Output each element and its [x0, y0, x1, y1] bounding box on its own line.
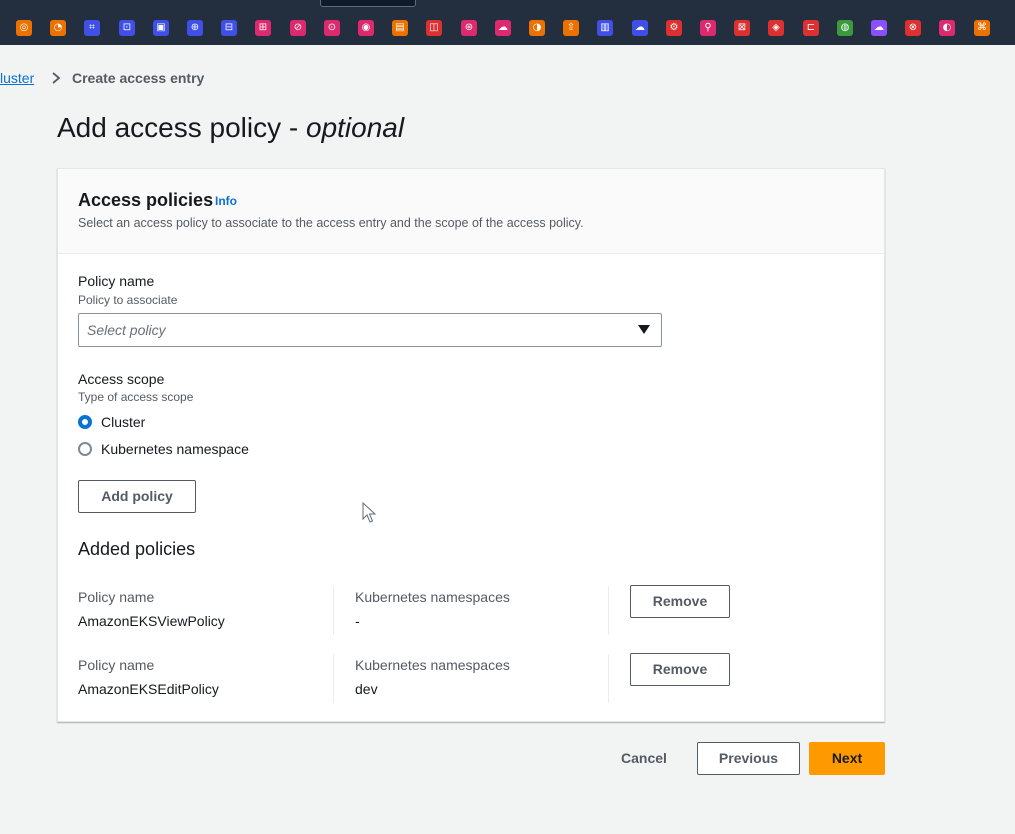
service-icon-5[interactable]: ▣ [153, 20, 169, 36]
remove-button[interactable]: Remove [630, 585, 730, 618]
add-policy-button[interactable]: Add policy [78, 480, 196, 513]
namespaces-column-label: Kubernetes namespaces [355, 657, 510, 673]
service-bar: ◎ ◔ ⌗ ⊡ ▣ ⊕ ⊟ ⊞ ⊘ ⊙ ◉ ▤ ◫ ⊛ ☁ ◑ ⇧ ▥ ☁ ⚙ ⚲ ⊠ ◈ ⊏ ◍ ☁ ⊗ ◐ ⌘ [0, 0, 1015, 45]
service-icon-26[interactable]: ☁ [871, 20, 887, 36]
policy-name-column-label: Policy name [78, 657, 155, 673]
service-bar-tab[interactable] [320, 0, 416, 7]
section-title: Access policies [78, 190, 214, 210]
policy-name-label: Policy name [78, 273, 155, 289]
service-icon-4[interactable]: ⊡ [119, 20, 135, 36]
radio-checked-icon [78, 415, 92, 429]
service-icon-28[interactable]: ◐ [939, 20, 955, 36]
service-icon-13[interactable]: ◫ [426, 20, 442, 36]
page-title-text: Add access policy - [57, 112, 306, 143]
service-icon-11[interactable]: ◉ [358, 20, 374, 36]
service-icon-18[interactable]: ▥ [597, 20, 613, 36]
previous-button[interactable]: Previous [697, 742, 800, 775]
service-icon-10[interactable]: ⊙ [324, 20, 340, 36]
remove-button[interactable]: Remove [630, 653, 730, 686]
service-icon-7[interactable]: ⊟ [221, 20, 237, 36]
service-icon-29[interactable]: ⌘ [974, 20, 990, 36]
policy-row: Policy name AmazonEKSViewPolicy Kubernet… [58, 585, 884, 638]
service-icon-9[interactable]: ⊘ [290, 20, 306, 36]
service-icon-25[interactable]: ◍ [837, 20, 853, 36]
service-icon-12[interactable]: ▤ [392, 20, 408, 36]
namespaces-value: dev [355, 681, 378, 697]
breadcrumb-current: Create access entry [72, 70, 205, 86]
policy-name-description: Policy to associate [78, 293, 178, 307]
access-policies-container: Access policies Info Select an access po… [57, 168, 885, 722]
policy-name-value: AmazonEKSViewPolicy [78, 613, 225, 629]
policy-select[interactable]: Select policy [78, 313, 662, 347]
chevron-right-icon [52, 72, 61, 84]
service-icon-24[interactable]: ⊏ [803, 20, 819, 36]
column-divider [333, 654, 334, 703]
scope-radio-namespace-label: Kubernetes namespace [101, 441, 249, 457]
service-icon-20[interactable]: ⚙ [666, 20, 682, 36]
service-icon-8[interactable]: ⊞ [255, 20, 271, 36]
info-link[interactable]: Info [215, 194, 237, 208]
column-divider [333, 586, 334, 635]
container-header: Access policies Info Select an access po… [58, 169, 884, 254]
service-icon-19[interactable]: ☁ [632, 20, 648, 36]
service-icon-21[interactable]: ⚲ [700, 20, 716, 36]
access-scope-description: Type of access scope [78, 390, 194, 404]
service-icon-16[interactable]: ◑ [529, 20, 545, 36]
service-icon-6[interactable]: ⊕ [187, 20, 203, 36]
service-icon-17[interactable]: ⇧ [563, 20, 579, 36]
policy-name-value: AmazonEKSEditPolicy [78, 681, 219, 697]
caret-down-icon [638, 325, 650, 334]
service-icon-3[interactable]: ⌗ [84, 20, 100, 36]
next-button[interactable]: Next [809, 742, 885, 775]
section-description: Select an access policy to associate to … [78, 216, 584, 230]
service-icon-2[interactable]: ◔ [50, 20, 66, 36]
scope-radio-cluster-label: Cluster [101, 414, 146, 430]
service-icon-15[interactable]: ☁ [495, 20, 511, 36]
policy-select-placeholder: Select policy [87, 322, 166, 338]
service-icon-23[interactable]: ◈ [768, 20, 784, 36]
service-icon-1[interactable]: ◎ [16, 20, 32, 36]
column-divider [608, 654, 609, 703]
service-icon-27[interactable]: ⊗ [905, 20, 921, 36]
policy-row: Policy name AmazonEKSEditPolicy Kubernet… [58, 653, 884, 706]
breadcrumb-cluster-link[interactable]: luster [0, 69, 34, 87]
radio-unchecked-icon [78, 442, 92, 456]
policy-name-column-label: Policy name [78, 589, 155, 605]
namespaces-column-label: Kubernetes namespaces [355, 589, 510, 605]
added-policies-title: Added policies [78, 539, 196, 559]
service-icon-14[interactable]: ⊛ [461, 20, 477, 36]
namespaces-value: - [355, 613, 360, 629]
page-title-optional: optional [306, 112, 405, 143]
cancel-button[interactable]: Cancel [614, 742, 674, 774]
access-scope-label: Access scope [78, 371, 165, 387]
service-icon-22[interactable]: ⊠ [734, 20, 750, 36]
column-divider [608, 586, 609, 635]
page-title: Add access policy - optional [57, 110, 404, 146]
